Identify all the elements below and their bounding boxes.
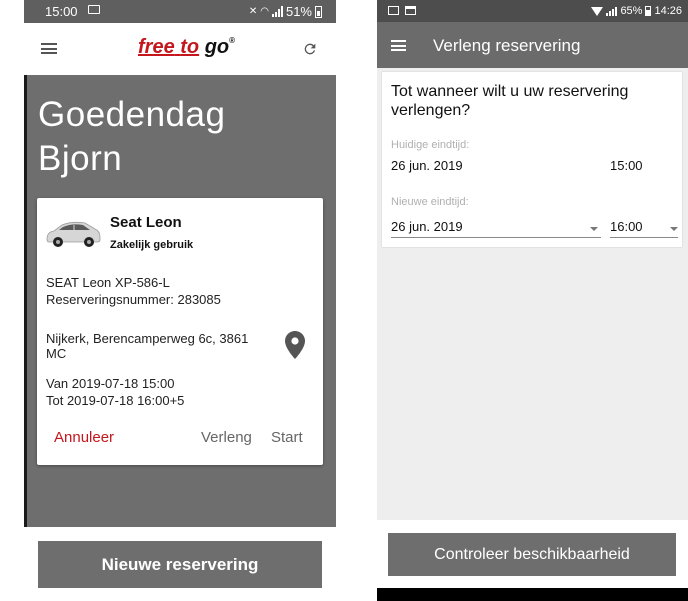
new-end-label: Nieuwe eindtijd: — [391, 196, 469, 208]
check-availability-button[interactable]: Controleer beschikbaarheid — [388, 533, 676, 576]
location-pin-icon[interactable] — [285, 331, 305, 359]
menu-icon[interactable] — [41, 43, 57, 54]
end-time: Tot 2019-07-18 16:00+5 — [46, 393, 185, 408]
usage-type: Zakelijk gebruik — [110, 239, 194, 251]
current-end-label: Huidige eindtijd: — [391, 139, 470, 151]
refresh-icon[interactable] — [302, 41, 318, 57]
status-indicators: ✕ ◠ 51% — [249, 4, 322, 19]
user-name: Bjorn — [38, 139, 123, 178]
signal-icon — [606, 6, 618, 16]
address-line2: MC — [46, 346, 67, 361]
greeting-line: Goedendag — [38, 95, 226, 134]
status-indicators: 65% 14:26 — [591, 5, 682, 17]
address-line1: Nijkerk, Berencamperweg 6c, 3861 — [46, 331, 249, 346]
select-underline — [610, 237, 678, 238]
status-bar: 65% 14:26 — [377, 0, 688, 22]
current-end-time: 15:00 — [610, 158, 643, 173]
bottom-bar: Nieuwe reservering — [24, 527, 336, 601]
wifi-icon — [591, 6, 604, 16]
license-plate: SEAT Leon XP-586-L — [46, 275, 170, 290]
wifi-icon: ◠ — [260, 6, 269, 17]
signal-icon — [271, 6, 283, 17]
reservation-number: Reserveringsnummer: 283085 — [46, 292, 221, 307]
device-edge — [24, 0, 27, 601]
content-area: Tot wanneer wilt u uw reservering verlen… — [377, 68, 688, 520]
bottom-bar: Controleer beschikbaarheid — [377, 520, 688, 588]
extend-button[interactable]: Verleng — [201, 429, 252, 446]
chevron-down-icon — [670, 227, 678, 231]
status-bar: 15:00 ✕ ◠ 51% — [24, 0, 336, 23]
battery-percent: 65% — [620, 5, 643, 17]
current-end-date: 26 jun. 2019 — [391, 158, 463, 173]
mute-icon: ✕ — [248, 6, 258, 17]
right-screen: 65% 14:26 Verleng reservering Tot wannee… — [377, 0, 688, 601]
battery-percent: 51% — [285, 4, 312, 19]
freetogo-logo: free to go® — [138, 36, 236, 58]
form-question: Tot wanneer wilt u uw reservering verlen… — [391, 83, 629, 119]
chevron-down-icon — [590, 227, 598, 231]
status-time: 15:00 — [45, 4, 78, 19]
new-reservation-button[interactable]: Nieuwe reservering — [38, 541, 322, 588]
app-bar: free to go® — [24, 23, 336, 75]
new-time-value: 16:00 — [610, 219, 643, 234]
navigation-bar — [377, 588, 688, 601]
battery-icon — [645, 6, 652, 16]
car-name: Seat Leon — [110, 214, 182, 231]
status-time: 14:26 — [654, 5, 682, 17]
start-button[interactable]: Start — [271, 429, 303, 446]
extend-form: Tot wanneer wilt u uw reservering verlen… — [382, 72, 682, 247]
left-screen: 15:00 ✕ ◠ 51% free to go® Goedendag Bjor… — [24, 0, 336, 601]
cancel-button[interactable]: Annuleer — [54, 429, 114, 446]
menu-icon[interactable] — [391, 40, 406, 51]
new-date-value: 26 jun. 2019 — [391, 219, 463, 234]
battery-icon — [315, 5, 322, 18]
app-bar: Verleng reservering — [377, 22, 688, 68]
window-icon — [405, 6, 416, 15]
greeting: Goedendag Bjorn — [38, 93, 328, 181]
reservation-card: Seat Leon Zakelijk gebruik SEAT Leon XP-… — [37, 198, 323, 465]
page-title: Verleng reservering — [433, 36, 581, 55]
select-underline — [391, 237, 601, 238]
notification-icon — [388, 6, 399, 15]
start-time: Van 2019-07-18 15:00 — [46, 376, 175, 391]
car-image — [46, 221, 101, 247]
mail-icon — [88, 5, 100, 14]
